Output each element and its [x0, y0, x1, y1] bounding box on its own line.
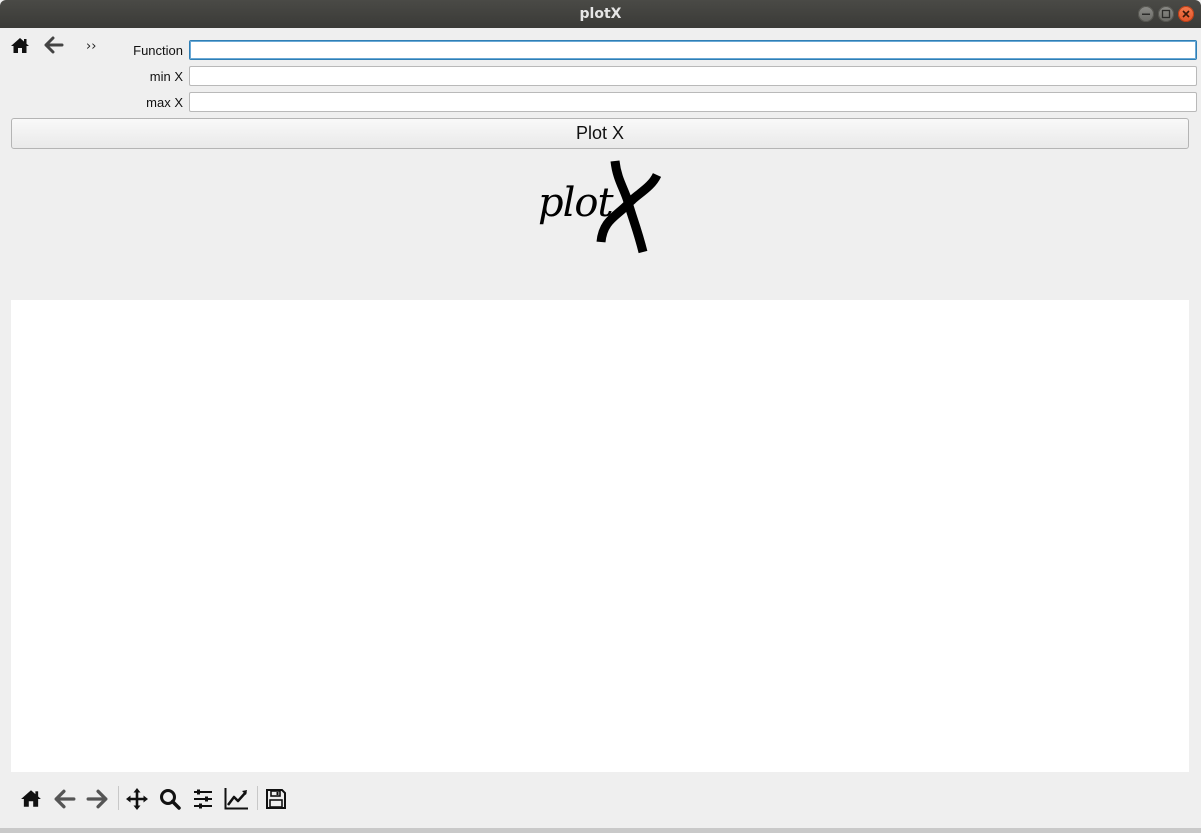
back-arrow-icon	[44, 36, 64, 54]
back-arrow-icon	[54, 789, 76, 809]
save-icon	[266, 789, 286, 809]
toolbar-configure-subplots-button[interactable]	[192, 788, 214, 810]
toolbar-forward-button[interactable]	[86, 789, 108, 809]
close-button[interactable]	[1178, 6, 1194, 22]
toolbar-home-button[interactable]	[20, 788, 42, 810]
pan-icon	[126, 788, 148, 810]
toolbar-back-button[interactable]	[54, 789, 76, 809]
maximize-icon	[1161, 9, 1171, 19]
toolbar-edit-axes-button[interactable]	[224, 787, 249, 810]
plot-canvas[interactable]	[11, 300, 1189, 772]
minimize-icon	[1142, 13, 1150, 15]
back-button[interactable]	[44, 36, 64, 54]
edit-axes-icon	[224, 788, 248, 810]
toolbar-separator	[118, 786, 119, 810]
home-icon	[21, 790, 41, 807]
function-label: Function	[133, 43, 183, 58]
home-icon	[11, 38, 29, 53]
overflow-chevron-icon: ››	[86, 39, 97, 54]
window-title: plotX	[579, 6, 622, 22]
window-bottom-edge	[0, 828, 1201, 833]
maximize-button[interactable]	[1158, 6, 1174, 22]
toolbar-overflow-button[interactable]: ››	[86, 39, 96, 54]
toolbar-separator	[257, 786, 258, 810]
minimize-button[interactable]	[1138, 6, 1154, 22]
max-x-input[interactable]	[189, 92, 1197, 112]
configure-subplots-icon	[194, 789, 212, 809]
home-button[interactable]	[10, 36, 30, 56]
min-x-input[interactable]	[189, 66, 1197, 86]
min-x-label: min X	[149, 69, 183, 84]
zoom-icon	[160, 789, 181, 810]
toolbar-save-button[interactable]	[265, 788, 287, 810]
toolbar-zoom-button[interactable]	[159, 788, 181, 810]
plot-button[interactable]: Plot X	[11, 118, 1189, 149]
close-icon	[1182, 10, 1190, 18]
max-x-label: max X	[146, 95, 183, 110]
logo-x-glyph	[596, 160, 662, 254]
forward-arrow-icon	[86, 789, 108, 809]
toolbar-pan-button[interactable]	[125, 787, 149, 811]
window-titlebar[interactable]: plotX	[0, 0, 1201, 28]
function-input[interactable]	[189, 40, 1197, 60]
